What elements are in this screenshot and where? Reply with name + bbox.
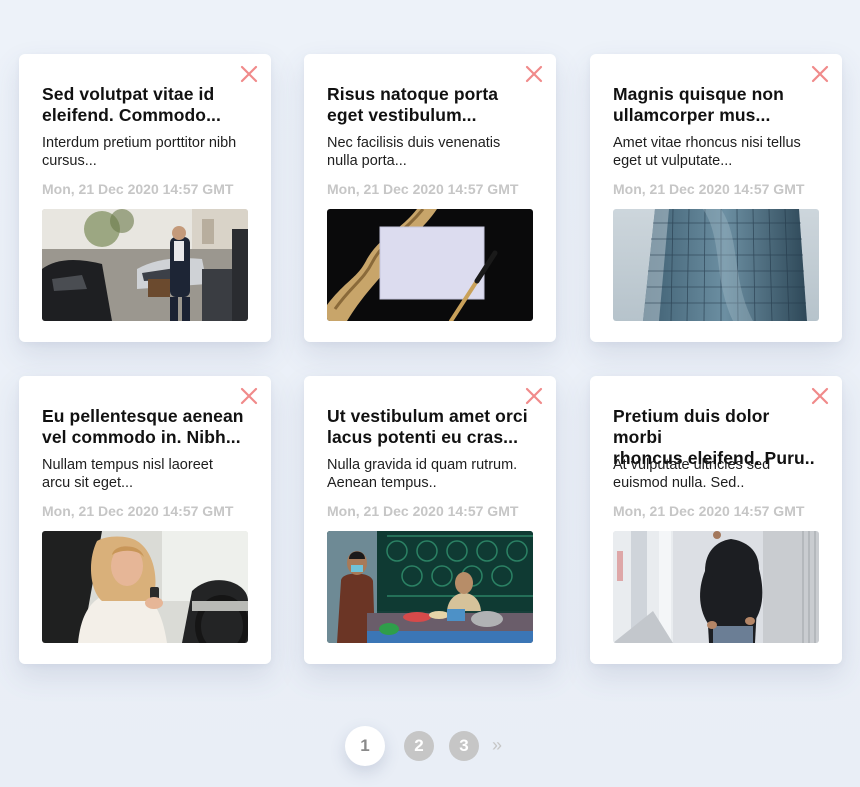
card-date: Mon, 21 Dec 2020 14:57 GMT xyxy=(613,181,805,197)
card-date: Mon, 21 Dec 2020 14:57 GMT xyxy=(42,503,234,519)
page-3-button[interactable]: 3 xyxy=(449,731,479,761)
news-card-1[interactable]: Sed volutpat vitae id eleifend. Commodo.… xyxy=(19,54,271,342)
news-card-6[interactable]: Pretium duis dolor morbi rhoncus eleifen… xyxy=(590,376,842,664)
next-page-icon[interactable]: » xyxy=(487,734,507,756)
card-title[interactable]: Risus natoque porta eget vestibulum... xyxy=(327,84,537,126)
card-title[interactable]: Magnis quisque non ullamcorper mus... xyxy=(613,84,823,126)
card-date: Mon, 21 Dec 2020 14:57 GMT xyxy=(42,181,234,197)
card-date: Mon, 21 Dec 2020 14:57 GMT xyxy=(613,503,805,519)
card-title[interactable]: Sed volutpat vitae id eleifend. Commodo.… xyxy=(42,84,252,126)
card-title[interactable]: Ut vestibulum amet orci lacus potenti eu… xyxy=(327,406,537,448)
news-card-3[interactable]: Magnis quisque non ullamcorper mus... Am… xyxy=(590,54,842,342)
page-2-button[interactable]: 2 xyxy=(404,731,434,761)
card-date: Mon, 21 Dec 2020 14:57 GMT xyxy=(327,181,519,197)
pagination: 1 2 3 » xyxy=(345,726,525,766)
card-description: Nulla gravida id quam rutrum. Aenean tem… xyxy=(327,457,518,491)
card-description: Amet vitae rhoncus nisi tellus eget ut v… xyxy=(613,135,801,169)
card-description: Nullam tempus nisl laoreet arcu sit eget… xyxy=(42,457,213,491)
glass-skyscraper-photo[interactable] xyxy=(613,209,819,321)
news-card-5[interactable]: Ut vestibulum amet orci lacus potenti eu… xyxy=(304,376,556,664)
card-title[interactable]: Eu pellentesque aenean vel commodo in. N… xyxy=(42,406,252,448)
close-icon[interactable] xyxy=(810,64,830,84)
card-date: Mon, 21 Dec 2020 14:57 GMT xyxy=(327,503,519,519)
card-description: At vulputate ultricies sed euismod nulla… xyxy=(613,457,771,491)
man-leaning-wall-photo[interactable] xyxy=(613,531,819,643)
close-icon[interactable] xyxy=(810,386,830,406)
close-icon[interactable] xyxy=(239,386,259,406)
news-card-2[interactable]: Risus natoque porta eget vestibulum... N… xyxy=(304,54,556,342)
close-icon[interactable] xyxy=(524,386,544,406)
close-icon[interactable] xyxy=(239,64,259,84)
street-businessmen-photo[interactable] xyxy=(42,209,248,321)
news-card-4[interactable]: Eu pellentesque aenean vel commodo in. N… xyxy=(19,376,271,664)
card-description: Nec facilisis duis venenatis nulla porta… xyxy=(327,135,501,169)
woman-in-car-with-phone-photo[interactable] xyxy=(42,531,248,643)
card-description: Interdum pretium porttitor nibh cursus..… xyxy=(42,135,237,169)
market-vendors-photo[interactable] xyxy=(327,531,533,643)
blank-card-with-pen-photo[interactable] xyxy=(327,209,533,321)
close-icon[interactable] xyxy=(524,64,544,84)
page-1-button[interactable]: 1 xyxy=(345,726,385,766)
